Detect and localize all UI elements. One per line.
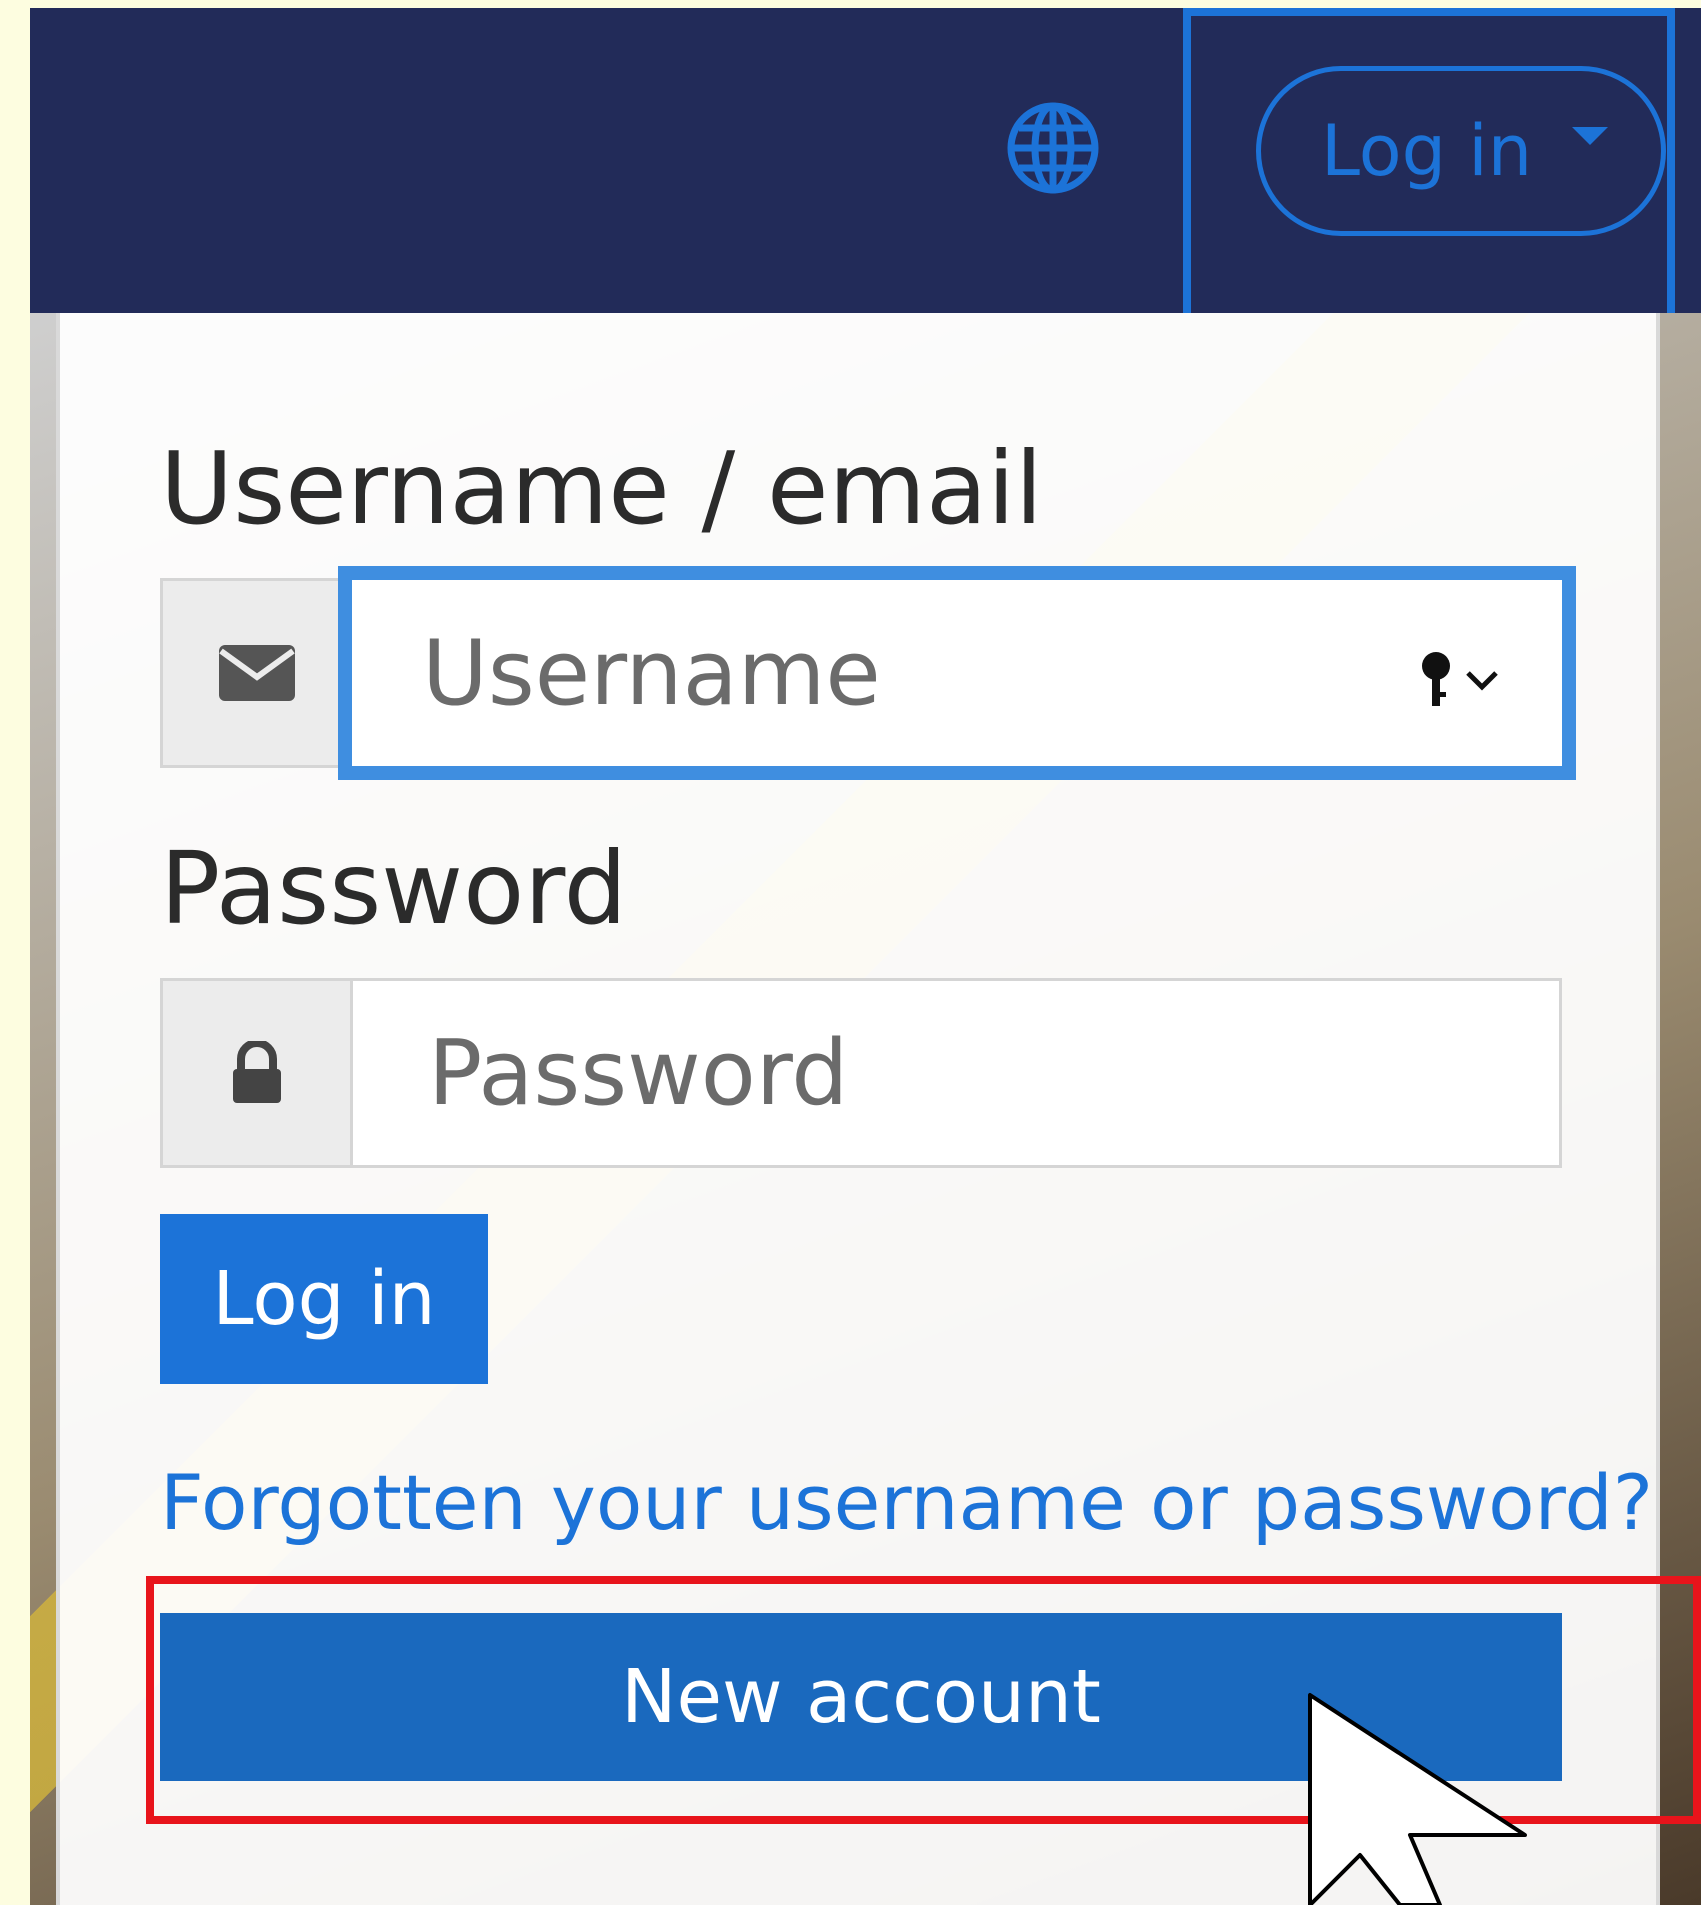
login-dropdown-button[interactable]: Log in — [1256, 66, 1666, 236]
username-input[interactable]: Username — [338, 566, 1576, 780]
login-dropdown-label: Log in — [1321, 110, 1533, 192]
password-manager-key-button[interactable] — [1416, 650, 1502, 710]
mouse-pointer-icon — [1308, 1693, 1527, 1905]
password-label: Password — [160, 830, 628, 947]
username-label: Username / email — [160, 430, 1043, 547]
key-icon — [1422, 652, 1450, 706]
lock-icon — [232, 1041, 281, 1103]
chevron-down-icon — [1466, 671, 1498, 691]
caret-down-icon — [1572, 127, 1609, 145]
username-placeholder: Username — [422, 620, 881, 726]
username-addon — [163, 581, 353, 765]
forgot-password-link[interactable]: Forgotten your username or password? — [160, 1458, 1653, 1547]
password-addon — [163, 981, 353, 1165]
password-placeholder: Password — [428, 1020, 849, 1126]
globe-icon[interactable] — [1005, 100, 1101, 196]
login-button[interactable]: Log in — [160, 1214, 488, 1384]
password-input[interactable]: Password — [353, 981, 1559, 1165]
envelope-icon — [218, 645, 295, 701]
password-input-group: Password — [160, 978, 1562, 1168]
